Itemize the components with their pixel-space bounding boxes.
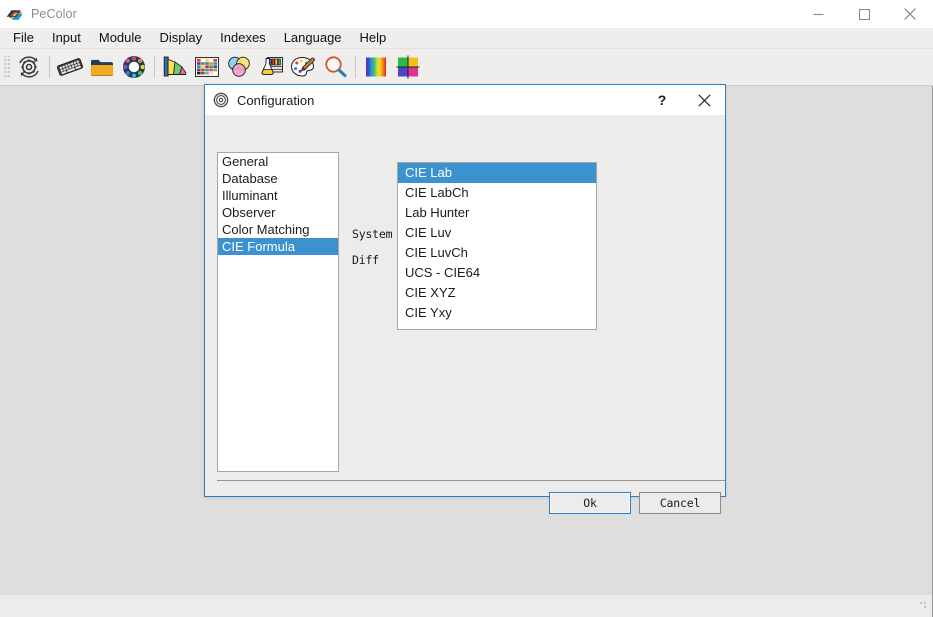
dialog-separator xyxy=(217,480,725,481)
gear-icon xyxy=(213,92,229,108)
menu-item-input[interactable]: Input xyxy=(43,28,90,48)
color-chart-grid-icon[interactable] xyxy=(191,51,223,83)
pecolor-diamond-logo-icon xyxy=(5,5,23,23)
diff-label: Diff xyxy=(352,253,379,267)
system-option-cie-luv[interactable]: CIE Luv xyxy=(398,223,596,243)
color-wheel-icon[interactable] xyxy=(118,51,150,83)
title-bar: PeColor xyxy=(0,0,933,28)
close-icon[interactable] xyxy=(887,0,933,28)
category-item-color-matching[interactable]: Color Matching xyxy=(218,221,338,238)
spectrum-bars-icon[interactable] xyxy=(360,51,392,83)
category-item-illuminant[interactable]: Illuminant xyxy=(218,187,338,204)
toolbar-drag-grip[interactable] xyxy=(3,56,11,78)
dialog-title: Configuration xyxy=(237,92,315,108)
menu-item-help[interactable]: Help xyxy=(351,28,396,48)
category-item-observer[interactable]: Observer xyxy=(218,204,338,221)
magnifier-icon[interactable] xyxy=(319,51,351,83)
menu-item-display[interactable]: Display xyxy=(151,28,212,48)
dialog-button-bar: Ok Cancel xyxy=(205,492,725,522)
menu-item-indexes[interactable]: Indexes xyxy=(211,28,275,48)
dialog-title-bar: Configuration ? xyxy=(205,85,725,115)
color-quadrant-icon[interactable] xyxy=(392,51,424,83)
toolbar-separator xyxy=(49,56,50,78)
system-label: System xyxy=(352,227,393,241)
dialog-body: General Database Illuminant Observer Col… xyxy=(205,115,725,514)
category-list[interactable]: General Database Illuminant Observer Col… xyxy=(217,152,339,472)
system-option-cie-labch[interactable]: CIE LabCh xyxy=(398,183,596,203)
system-option-ucs-cie64[interactable]: UCS - CIE64 xyxy=(398,263,596,283)
system-option-list[interactable]: CIE Lab CIE LabCh Lab Hunter CIE Luv CIE… xyxy=(397,162,597,330)
window-controls xyxy=(795,0,933,28)
category-item-database[interactable]: Database xyxy=(218,170,338,187)
menu-item-module[interactable]: Module xyxy=(90,28,151,48)
menu-item-language[interactable]: Language xyxy=(275,28,351,48)
status-bar xyxy=(0,595,932,617)
system-option-cie-xyz[interactable]: CIE XYZ xyxy=(398,283,596,303)
close-icon[interactable] xyxy=(683,85,725,115)
app-title: PeColor xyxy=(31,7,77,21)
minimize-icon[interactable] xyxy=(795,0,841,28)
keyboard-icon[interactable] xyxy=(54,51,86,83)
maximize-icon[interactable] xyxy=(841,0,887,28)
system-option-cie-lab[interactable]: CIE Lab xyxy=(398,163,596,183)
toolbar-separator xyxy=(355,56,356,78)
gear-refresh-icon[interactable] xyxy=(13,51,45,83)
folder-icon[interactable] xyxy=(86,51,118,83)
system-option-cie-luvch[interactable]: CIE LuvCh xyxy=(398,243,596,263)
toolbar-separator xyxy=(154,56,155,78)
help-button[interactable]: ? xyxy=(641,85,683,115)
lab-flask-icon[interactable] xyxy=(255,51,287,83)
configuration-dialog: Configuration ? General Database Illumin… xyxy=(204,84,726,514)
menu-bar: File Input Module Display Indexes Langua… xyxy=(0,28,933,49)
paint-palette-icon[interactable] xyxy=(287,51,319,83)
dialog-window-controls: ? xyxy=(641,85,725,115)
cancel-button[interactable]: Cancel xyxy=(639,492,721,514)
system-option-cie-yxy[interactable]: CIE Yxy xyxy=(398,303,596,323)
color-fan-deck-icon[interactable] xyxy=(159,51,191,83)
toolbar xyxy=(0,49,933,86)
resize-grip-icon[interactable] xyxy=(915,601,928,614)
category-item-general[interactable]: General xyxy=(218,153,338,170)
menu-item-file[interactable]: File xyxy=(4,28,43,48)
system-option-lab-hunter[interactable]: Lab Hunter xyxy=(398,203,596,223)
cmy-circles-icon[interactable] xyxy=(223,51,255,83)
category-item-cie-formula[interactable]: CIE Formula xyxy=(218,238,338,255)
ok-button[interactable]: Ok xyxy=(549,492,631,514)
